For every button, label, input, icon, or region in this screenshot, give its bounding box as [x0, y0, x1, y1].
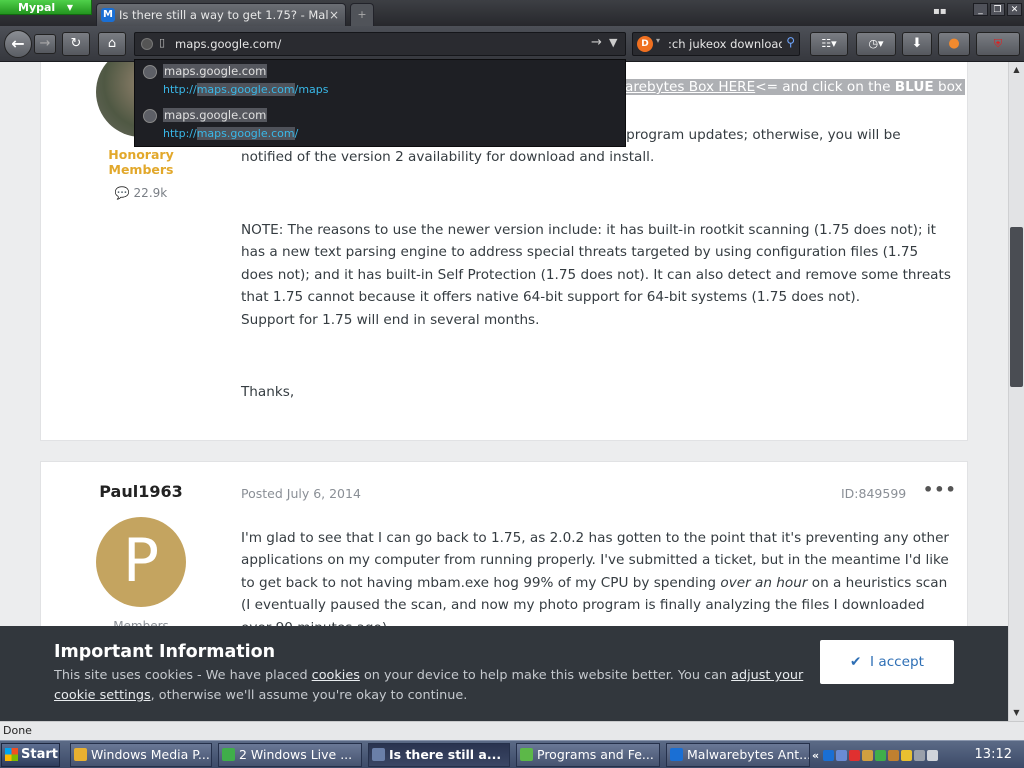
url-history-dropdown-icon[interactable]: ▼ [609, 36, 617, 49]
close-window-icon[interactable]: ✕ [1007, 3, 1022, 16]
chevron-down-icon: ▼ [66, 3, 73, 12]
bookmarks-button[interactable]: ☷▾ [810, 32, 848, 56]
tab-title: Is there still a way to get 1.75? - Mal [119, 8, 329, 22]
malwarebytes-favicon-icon: M [101, 8, 115, 22]
media-player-icon [74, 748, 87, 761]
tab-active[interactable]: M Is there still a way to get 1.75? - Ma… [96, 3, 346, 26]
taskbar-item[interactable]: Malwarebytes Ant... [666, 743, 810, 767]
avatar[interactable]: P [96, 517, 186, 607]
windows-logo-icon [5, 748, 18, 761]
title-bar: Mypal ▼ M Is there still a way to get 1.… [0, 0, 1024, 26]
page-icon: ▯ [159, 36, 166, 49]
new-tab-button[interactable]: + [350, 3, 374, 26]
post-date[interactable]: Posted July 6, 2014 [241, 486, 361, 501]
page-scrollbar[interactable]: ▲ ▼ [1008, 62, 1024, 721]
autocomplete-item[interactable]: maps.google.com http://maps.google.com/ [135, 104, 625, 148]
ublock-origin-icon[interactable]: ⛨ [976, 32, 1020, 56]
status-bar: Done [0, 721, 1024, 740]
taskbar-item-active[interactable]: Is there still a... [368, 743, 510, 767]
search-magnifier-icon[interactable]: ⚲ [786, 35, 795, 49]
url-bar[interactable]: ▯ → ▼ [134, 32, 626, 56]
scroll-down-icon[interactable]: ▼ [1009, 705, 1024, 721]
scrollbar-thumb[interactable] [1010, 227, 1023, 387]
member-group: Honorary Members [108, 147, 174, 177]
autocomplete-item[interactable]: maps.google.com http://maps.google.com/m… [135, 60, 625, 104]
taskbar-item[interactable]: 2 Windows Live ... [218, 743, 362, 767]
post-count: 💬 22.9k [114, 186, 168, 200]
firefox-addon-icon[interactable]: ● [938, 32, 970, 56]
reload-button[interactable]: ↻ [62, 32, 90, 56]
tray-app-icon[interactable] [836, 749, 848, 761]
globe-icon [143, 65, 157, 79]
download-link[interactable]: ytes Box HERE [656, 79, 756, 95]
app-menu-label: Mypal [18, 1, 56, 14]
autocomplete-url: http://maps.google.com/maps [163, 83, 329, 96]
autocomplete-url: http://maps.google.com/ [163, 127, 299, 140]
taskbar-item[interactable]: Windows Media P... [70, 743, 212, 767]
tray-messenger-icon[interactable] [875, 749, 887, 761]
tray-malwarebytes-icon[interactable] [823, 749, 835, 761]
downloads-button[interactable]: ⬇ [902, 32, 932, 56]
scroll-up-icon[interactable]: ▲ [1009, 62, 1024, 78]
autocomplete-title: maps.google.com [163, 108, 268, 122]
back-button[interactable]: ← [4, 30, 32, 58]
clock[interactable]: 13:12 [975, 743, 1012, 767]
history-button[interactable]: ◷▾ [856, 32, 896, 56]
more-options-icon[interactable]: ••• [923, 480, 957, 499]
tray-network-icon[interactable] [914, 749, 926, 761]
system-tray: « 13:12 [812, 743, 1024, 767]
tray-app-icon[interactable] [888, 749, 900, 761]
messenger-icon [222, 748, 235, 761]
app-menu-button[interactable]: Mypal ▼ [0, 0, 92, 15]
site-identity-icon[interactable] [141, 38, 153, 50]
forward-button[interactable]: → [34, 34, 56, 54]
tray-expand-icon[interactable]: « [812, 749, 819, 762]
cookies-link[interactable]: cookies [312, 668, 360, 683]
post-paragraph: NOTE: The reasons to use the newer versi… [241, 222, 951, 328]
post-paragraph: I'm glad to see that I can go back to 1.… [241, 530, 950, 636]
cookie-title: Important Information [54, 642, 276, 662]
duckduckgo-engine-icon[interactable]: D [637, 36, 653, 52]
search-input[interactable] [668, 36, 782, 52]
home-button[interactable]: ⌂ [98, 32, 126, 56]
search-bar[interactable]: D ▾ ⚲ [632, 32, 800, 56]
window-controls: _ ❐ ✕ [973, 3, 1022, 16]
tab-close-icon[interactable]: × [329, 4, 339, 26]
accept-cookies-button[interactable]: ✔ I accept [820, 640, 954, 684]
globe-icon [143, 109, 157, 123]
tray-security-icon[interactable] [849, 749, 861, 761]
taskbar: Start Windows Media P... 2 Windows Live … [0, 740, 1024, 768]
check-icon: ✔ [850, 654, 862, 670]
post-id: ID:849599 [841, 486, 907, 501]
restore-icon[interactable]: ❐ [990, 3, 1005, 16]
url-input[interactable] [175, 36, 575, 52]
taskbar-item[interactable]: Programs and Fe... [516, 743, 660, 767]
minimize-icon[interactable]: _ [973, 3, 988, 16]
tray-app-icon[interactable] [901, 749, 913, 761]
malwarebytes-icon [670, 748, 683, 761]
programs-icon [520, 748, 533, 761]
url-autocomplete-popup: maps.google.com http://maps.google.com/m… [134, 59, 626, 147]
tab-list-icon[interactable]: ▪▪ [933, 6, 947, 17]
go-arrow-icon[interactable]: → [591, 35, 602, 50]
navigation-toolbar: ← → ↻ ⌂ ▯ → ▼ D ▾ ⚲ ☷▾ ◷▾ ⬇ ● ⛨ [0, 26, 1024, 62]
comment-icon: 💬 [114, 186, 130, 200]
post-paragraph: Thanks, [241, 384, 295, 400]
author-name[interactable]: Paul1963 [81, 482, 201, 501]
highlighted-instruction: arebytes Box HERE<= and click on the BLU… [623, 79, 965, 95]
start-button[interactable]: Start [1, 743, 60, 767]
chevron-down-icon[interactable]: ▾ [656, 36, 660, 45]
browser-icon [372, 748, 385, 761]
page-content[interactable]: Honorary Members 💬 22.9k arebytes Box HE… [0, 62, 1008, 721]
tray-volume-icon[interactable] [927, 749, 939, 761]
autocomplete-title: maps.google.com [163, 64, 268, 78]
cookie-text: This site uses cookies - We have placed … [54, 668, 804, 703]
tray-app-icon[interactable] [862, 749, 874, 761]
cookie-banner: Important Information This site uses coo… [0, 626, 1008, 721]
